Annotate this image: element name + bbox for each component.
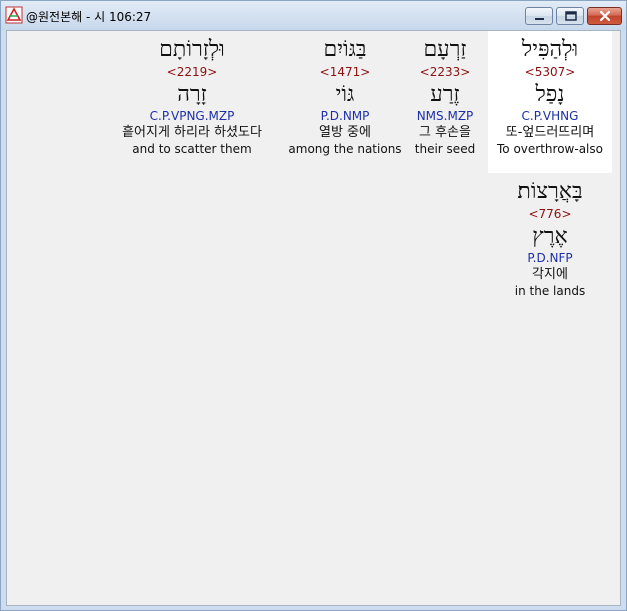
word-block[interactable]: וּלְזָרוֹתָם <2219> זָרָה C.P.VPNG.MZP 흩어지게 … <box>99 31 285 173</box>
strong-number: <2233> <box>419 65 471 79</box>
hebrew-word: בָּאֲרָצוֹת׃ <box>517 179 583 204</box>
interlinear-view[interactable]: וּלְהַפִּיל <5307> נָפַל C.P.VHNG 또-엎드러뜨리며 To… <box>6 30 621 606</box>
strong-number: <5307> <box>524 65 576 79</box>
morphology-code: C.P.VHNG <box>521 109 579 123</box>
english-gloss: and to scatter them <box>132 142 252 156</box>
minimize-button[interactable] <box>525 7 553 25</box>
english-gloss: among the nations <box>288 142 402 156</box>
morphology-code: C.P.VPNG.MZP <box>149 109 235 123</box>
close-button[interactable] <box>587 7 622 25</box>
close-icon <box>599 10 611 22</box>
strong-number: <776> <box>528 207 572 221</box>
root-word: גּוֹי <box>335 82 355 107</box>
word-block[interactable]: בָּאֲרָצוֹת׃ <776> אֶרֶץ P.D.NFP 각지에 in the l… <box>488 173 612 315</box>
english-gloss: To overthrow-also <box>497 142 603 156</box>
korean-translation: 흩어지게 하리라 하셨도다 <box>122 125 262 140</box>
korean-translation: 그 후손을 <box>419 125 471 140</box>
korean-translation: 또-엎드러뜨리며 <box>505 125 595 140</box>
word-block[interactable]: בַּגּוֹיִם <1471> גּוֹי P.D.NMP 열방 중에 among t… <box>288 31 402 173</box>
hebrew-word: זַרְעָם <box>423 37 467 62</box>
app-logo-icon <box>5 6 23 24</box>
word-block[interactable]: וּלְהַפִּיל <5307> נָפַל C.P.VHNG 또-엎드러뜨리며 To… <box>488 31 612 173</box>
hebrew-word: וּלְזָרוֹתָם <box>159 37 225 62</box>
root-word: נָפַל <box>535 82 565 107</box>
word-block[interactable]: זַרְעָם <2233> זֶרַע NMS.MZP 그 후손을 their seed <box>404 31 486 173</box>
morphology-code: P.D.NMP <box>320 109 370 123</box>
korean-translation: 각지에 <box>532 267 568 282</box>
app-window: @원전본해 - 시 106:27 וּלְהַפִּיל <5307> נָפַל C… <box>0 0 627 611</box>
minimize-icon <box>535 18 544 20</box>
hebrew-word: וּלְהַפִּיל <box>521 37 579 62</box>
english-gloss: their seed <box>414 142 476 156</box>
english-gloss: in the lands <box>514 284 586 298</box>
window-title: @원전본해 - 시 106:27 <box>26 10 152 24</box>
maximize-button[interactable] <box>556 7 584 25</box>
maximize-icon <box>565 11 577 21</box>
korean-translation: 열방 중에 <box>319 125 371 140</box>
strong-number: <2219> <box>166 65 218 79</box>
morphology-code: P.D.NFP <box>527 251 573 265</box>
root-word: זָרָה <box>177 82 207 107</box>
title-bar[interactable]: @원전본해 - 시 106:27 <box>1 1 626 30</box>
root-word: אֶרֶץ <box>532 224 568 249</box>
strong-number: <1471> <box>319 65 371 79</box>
hebrew-word: בַּגּוֹיִם <box>323 37 367 62</box>
root-word: זֶרַע <box>430 82 460 107</box>
morphology-code: NMS.MZP <box>416 109 474 123</box>
